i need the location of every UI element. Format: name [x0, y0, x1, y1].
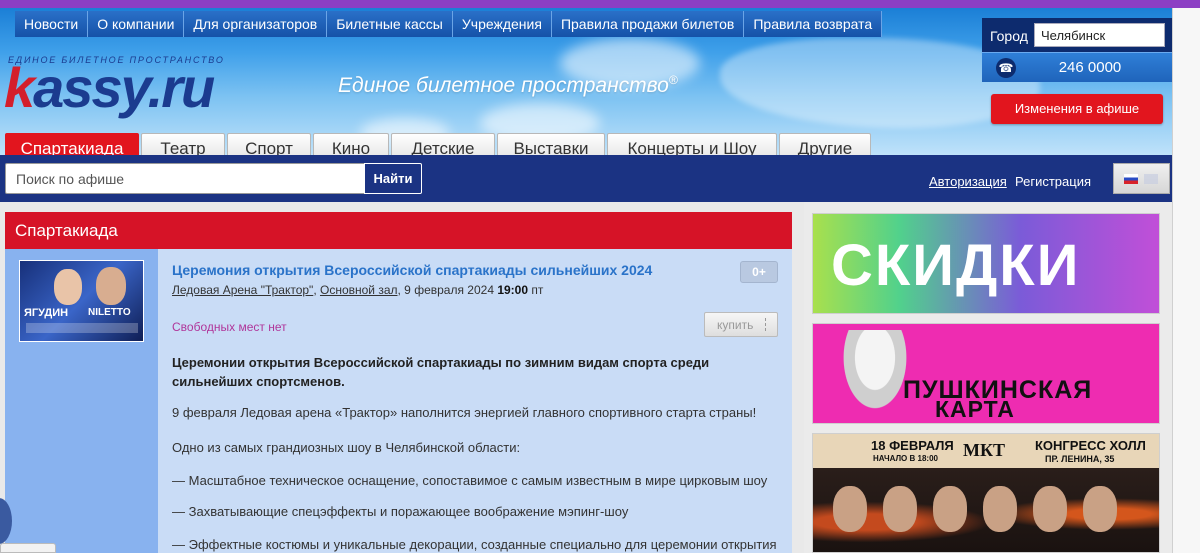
top-nav: Новости О компании Для организаторов Бил…	[15, 11, 883, 37]
event-paragraph: — Захватывающие спецэффекты и поражающее…	[172, 504, 629, 519]
tab-cinema[interactable]: Кино	[313, 133, 389, 155]
login-link[interactable]: Авторизация	[929, 174, 1007, 189]
event-date: , 9 февраля 2024	[397, 283, 498, 297]
nav-return-rules[interactable]: Правила возврата	[744, 11, 883, 37]
event-lead: Церемонии открытия Всероссийской спартак…	[172, 355, 710, 389]
phone-block: ☎ 246 0000	[982, 52, 1172, 82]
event-poster[interactable]: ЯГУДИН NILETTO	[19, 260, 144, 342]
event-paragraph: — Эффектные костюмы и уникальные декорац…	[172, 537, 777, 552]
event-weekday: пт	[528, 283, 544, 297]
event-paragraph: — Масштабное техническое оснащение, сопо…	[172, 473, 768, 488]
category-tabs: Спартакиада Театр Спорт Кино Детские Выс…	[5, 133, 873, 155]
event-venue-line: Ледовая Арена "Трактор", Основной зал, 9…	[172, 283, 544, 297]
flag-ru-icon[interactable]	[1124, 174, 1138, 184]
tab-kids[interactable]: Детские	[391, 133, 495, 155]
poster-subtitle	[26, 323, 138, 333]
discounts-banner[interactable]: СКИДКИ	[812, 213, 1160, 314]
nav-about[interactable]: О компании	[88, 11, 185, 37]
event-listing: Спартакиада ЯГУДИН NILETTO Церемония отк…	[5, 212, 792, 553]
section-title: Спартакиада	[5, 212, 792, 249]
schedule-changes-button[interactable]: Изменения в афише	[991, 94, 1163, 124]
event-details: Церемония открытия Всероссийской спартак…	[158, 249, 792, 553]
tab-exhibitions[interactable]: Выставки	[497, 133, 605, 155]
nav-organizers[interactable]: Для организаторов	[184, 11, 328, 37]
top-accent-strip	[0, 0, 1200, 8]
availability-status: Свободных мест нет	[172, 320, 287, 334]
buy-button[interactable]: купить	[704, 312, 778, 337]
city-input[interactable]: Челябинск	[1034, 23, 1165, 47]
tab-other[interactable]: Другие	[779, 133, 871, 155]
concert-banner[interactable]: 18 ФЕВРАЛЯ НАЧАЛО В 18:00 МКТ КОНГРЕСС Х…	[812, 433, 1160, 553]
flag-uk-icon[interactable]	[1144, 174, 1158, 184]
phone-icon: ☎	[996, 58, 1016, 78]
sidebar-banners: СКИДКИ ПУШКИНСКАЯ КАРТА 18 ФЕВРАЛЯ НАЧАЛ…	[804, 202, 1172, 553]
register-link[interactable]: Регистрация	[1015, 174, 1091, 189]
artist-photo	[883, 486, 917, 532]
slogan-text: Единое билетное пространство	[338, 74, 669, 97]
event-time: 19:00	[497, 283, 529, 297]
poster-name: ЯГУДИН	[24, 307, 69, 319]
artist-photo	[833, 486, 867, 532]
concert-time: НАЧАЛО В 18:00	[873, 454, 938, 463]
artist-photo	[1033, 486, 1067, 532]
artist-photo	[983, 486, 1017, 532]
event-paragraph: 9 февраля Ледовая арена «Трактор» наполн…	[172, 405, 757, 420]
bottom-left-tab[interactable]	[0, 543, 56, 553]
artist-photo	[933, 486, 967, 532]
concert-date: 18 ФЕВРАЛЯ	[871, 438, 954, 453]
hall-link[interactable]: Основной зал	[320, 283, 398, 297]
venue-link[interactable]: Ледовая Арена "Трактор"	[172, 283, 313, 297]
pushkin-card-line2: КАРТА	[935, 396, 1015, 422]
logo-text: assy.ru	[33, 56, 215, 119]
header-slogan: Единое билетное пространство®	[338, 73, 678, 98]
search-button[interactable]: Найти	[364, 163, 422, 194]
city-label: Город	[990, 28, 1028, 44]
age-rating-badge: 0+	[740, 261, 778, 283]
tab-concerts-shows[interactable]: Концерты и Шоу	[607, 133, 777, 155]
nav-news[interactable]: Новости	[15, 11, 89, 37]
nav-sale-rules[interactable]: Правила продажи билетов	[551, 11, 745, 37]
language-switcher	[1113, 163, 1170, 194]
pushkin-card-banner[interactable]: ПУШКИНСКАЯ КАРТА	[812, 323, 1160, 424]
city-selector: Город Челябинск	[982, 18, 1172, 52]
nav-box-offices[interactable]: Билетные кассы	[327, 11, 453, 37]
tab-spartakiada[interactable]: Спартакиада	[5, 133, 139, 155]
button-divider	[765, 318, 766, 331]
artist-photo	[1083, 486, 1117, 532]
search-bar: Поиск по афише Найти Авторизация Регистр…	[0, 155, 1172, 202]
phone-number: 246 0000	[1058, 59, 1122, 76]
search-input[interactable]: Поиск по афише	[5, 163, 365, 194]
tab-sport[interactable]: Спорт	[227, 133, 311, 155]
buy-button-label: купить	[717, 318, 754, 332]
concert-venue: КОНГРЕСС ХОЛЛ	[1035, 438, 1146, 453]
poster-column: ЯГУДИН NILETTO	[5, 249, 158, 553]
tab-theatre[interactable]: Театр	[141, 133, 225, 155]
event-paragraph: Одно из самых грандиозных шоу в Челябинс…	[172, 440, 521, 455]
nav-institutions[interactable]: Учреждения	[452, 11, 552, 37]
registered-mark: ®	[668, 73, 678, 87]
site-logo[interactable]: kassy.ru	[4, 60, 215, 116]
window-edge	[1172, 8, 1200, 553]
poster-face	[54, 269, 82, 305]
event-title[interactable]: Церемония открытия Всероссийской спартак…	[172, 262, 652, 278]
discounts-text: СКИДКИ	[831, 233, 1081, 298]
logo-letter: k	[4, 56, 35, 119]
poster-face	[96, 267, 126, 305]
site-header: Новости О компании Для организаторов Бил…	[0, 8, 1172, 155]
concert-address: ПР. ЛЕНИНА, 35	[1045, 454, 1115, 464]
concert-organizer: МКТ	[963, 440, 1006, 460]
poster-name: NILETTO	[88, 307, 131, 318]
